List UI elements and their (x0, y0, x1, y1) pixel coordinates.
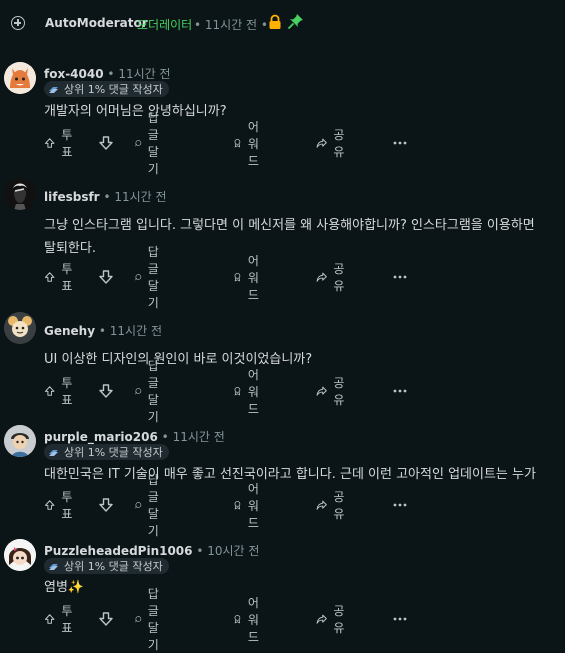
upvote-icon (44, 138, 55, 148)
upvote-icon (44, 272, 55, 282)
more-options-icon[interactable] (392, 135, 408, 151)
upvote-button[interactable]: 투표 (44, 376, 77, 407)
comment-meta: Genehy • 11시간 전 (44, 324, 162, 338)
award-icon (234, 273, 241, 282)
award-icon (234, 387, 241, 396)
automod-header: AutoModerator 모더레이터 • 11시간 전 • (0, 0, 565, 46)
downvote-button[interactable] (98, 495, 114, 515)
comment-bubble-icon (135, 140, 142, 147)
comment-username[interactable]: Genehy (44, 324, 95, 338)
comment-time: 10시간 전 (207, 544, 260, 558)
award-button[interactable]: 어워드 (233, 120, 266, 168)
lock-icon (269, 14, 281, 29)
avatar[interactable] (4, 425, 36, 457)
comment-time: 11시간 전 (118, 67, 171, 81)
avatar[interactable] (4, 312, 36, 344)
downvote-icon (99, 384, 113, 398)
award-icon (234, 139, 241, 148)
award-button[interactable]: 어워드 (233, 596, 266, 644)
award-icon (234, 501, 241, 510)
comment-body: 개발자의 어머님은 안녕하십니까? (44, 104, 227, 119)
comment-time: 11시간 전 (114, 190, 167, 204)
upvote-button[interactable]: 투표 (44, 262, 77, 293)
reply-button[interactable]: 답글 달기 (135, 473, 168, 538)
share-icon (316, 386, 327, 396)
comment-body: 그냥 인스타그램 입니다. 그렇다면 이 메신저를 왜 사용해야합니까? 인스타… (44, 218, 535, 256)
avatar[interactable] (4, 539, 36, 571)
upvote-icon (44, 386, 55, 396)
comment-bubble-icon (135, 274, 142, 281)
pin-icon (287, 14, 303, 30)
comment-body: UI 이상한 디자인의 원인이 바로 이것이었습니까? (44, 352, 313, 367)
automod-time: • 11시간 전 • (194, 18, 268, 32)
upvote-icon (44, 614, 55, 624)
comment-bubble-icon (135, 616, 142, 623)
flair-icon (49, 563, 58, 570)
share-button[interactable]: 공유 (316, 128, 349, 159)
reply-button[interactable]: 답글 달기 (135, 111, 168, 176)
moderator-label: 모더레이터 (137, 18, 193, 32)
comment-body: 염병✨ (44, 580, 85, 595)
downvote-button[interactable] (98, 133, 114, 153)
downvote-icon (99, 498, 113, 512)
comment-time: 11시간 전 (172, 430, 225, 444)
avatar[interactable] (4, 62, 36, 94)
flair-icon (49, 449, 58, 456)
comment-bubble-icon (135, 388, 142, 395)
top-commenter-flair: 상위 1% 댓글 작성자 (44, 558, 169, 574)
comment-username[interactable]: PuzzleheadedPin1006 (44, 544, 193, 558)
comment-username[interactable]: lifesbsfr (44, 190, 100, 204)
award-button[interactable]: 어워드 (233, 254, 266, 302)
downvote-icon (99, 270, 113, 284)
flair-icon (49, 86, 58, 93)
share-icon (316, 138, 327, 148)
comment-meta: lifesbsfr • 11시간 전 (44, 190, 167, 204)
comment-time: 11시간 전 (109, 324, 162, 338)
automod-username[interactable]: AutoModerator (45, 16, 148, 30)
reply-button[interactable]: 답글 달기 (135, 587, 168, 652)
award-icon (234, 615, 241, 624)
share-button[interactable]: 공유 (316, 490, 349, 521)
upvote-button[interactable]: 투표 (44, 604, 77, 635)
share-icon (316, 614, 327, 624)
downvote-button[interactable] (98, 609, 114, 629)
more-options-icon[interactable] (392, 611, 408, 627)
more-options-icon[interactable] (392, 383, 408, 399)
downvote-button[interactable] (98, 267, 114, 287)
share-button[interactable]: 공유 (316, 262, 349, 293)
comment-username[interactable]: fox-4040 (44, 67, 104, 81)
share-icon (316, 500, 327, 510)
comment-bubble-icon (135, 502, 142, 509)
comment-meta: fox-4040 • 11시간 전 (44, 67, 171, 81)
avatar[interactable] (4, 178, 36, 210)
expand-thread-icon[interactable] (11, 16, 25, 30)
comment-meta: PuzzleheadedPin1006 • 10시간 전 (44, 544, 260, 558)
downvote-icon (99, 612, 113, 626)
share-button[interactable]: 공유 (316, 376, 349, 407)
top-commenter-flair: 상위 1% 댓글 작성자 (44, 81, 169, 97)
comment-body: 대한민국은 IT 기술이 매우 좋고 선진국이라고 합니다. 근데 이런 고아적… (44, 467, 536, 482)
top-commenter-flair: 상위 1% 댓글 작성자 (44, 444, 169, 460)
downvote-button[interactable] (98, 381, 114, 401)
more-options-icon[interactable] (392, 269, 408, 285)
downvote-icon (99, 136, 113, 150)
comment-username[interactable]: purple_mario206 (44, 430, 158, 444)
reply-button[interactable]: 답글 달기 (135, 359, 168, 424)
share-button[interactable]: 공유 (316, 604, 349, 635)
comment-meta: purple_mario206 • 11시간 전 (44, 430, 225, 444)
upvote-button[interactable]: 투표 (44, 128, 77, 159)
share-icon (316, 272, 327, 282)
upvote-icon (44, 500, 55, 510)
award-button[interactable]: 어워드 (233, 368, 266, 416)
more-options-icon[interactable] (392, 497, 408, 513)
award-button[interactable]: 어워드 (233, 482, 266, 530)
upvote-button[interactable]: 투표 (44, 490, 77, 521)
reply-button[interactable]: 답글 달기 (135, 245, 168, 310)
